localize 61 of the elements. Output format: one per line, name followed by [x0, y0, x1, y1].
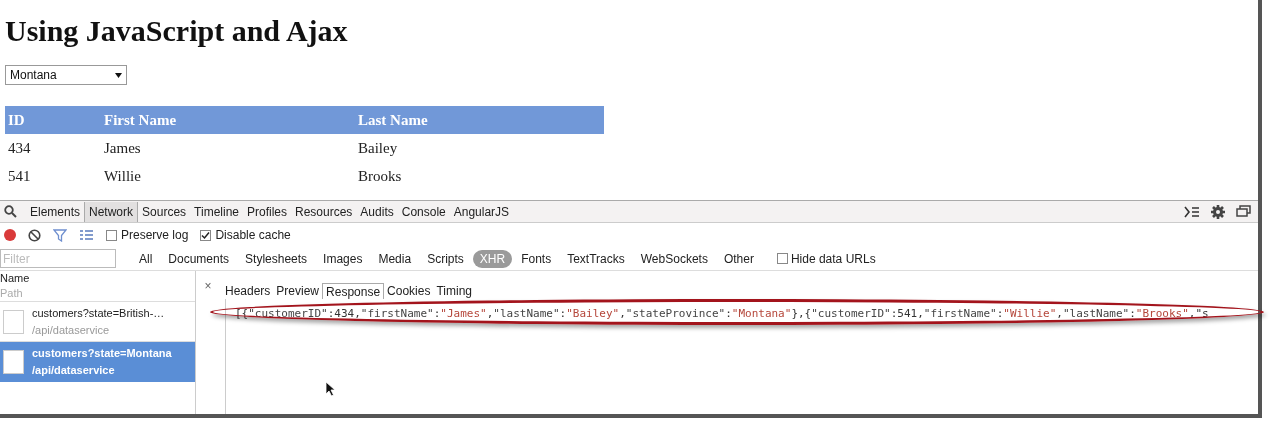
mouse-cursor-icon	[325, 381, 336, 397]
type-filter[interactable]: Fonts	[514, 249, 559, 268]
list-view-icon[interactable]	[79, 229, 94, 241]
column-header: First Name	[101, 106, 355, 134]
filter-icon[interactable]	[53, 228, 67, 242]
option-label: Hide data URLs	[790, 250, 876, 268]
table-cell: Bailey	[358, 139, 398, 156]
panel-tab[interactable]: AngularJS	[449, 201, 514, 222]
type-filter[interactable]: TextTracks	[560, 249, 632, 268]
option-label: Disable cache	[215, 227, 291, 244]
request-name: customers?state=British-…	[32, 305, 165, 321]
type-filter[interactable]: All	[132, 249, 160, 268]
checkbox[interactable]	[200, 229, 212, 241]
detail-tab[interactable]: Timing	[433, 283, 475, 299]
record-icon[interactable]	[4, 229, 16, 241]
panel-tab[interactable]: Resources	[291, 201, 357, 222]
detail-tab[interactable]: Response	[322, 283, 385, 299]
settings-icon[interactable]	[1210, 203, 1226, 220]
type-filter[interactable]: Images	[316, 249, 370, 268]
page-heading: Using JavaScript and Ajax	[5, 13, 348, 49]
checkbox[interactable]	[776, 253, 788, 264]
detail-tab[interactable]: Headers	[222, 283, 274, 299]
option-label: Preserve log	[121, 227, 189, 244]
search-icon[interactable]	[4, 205, 17, 218]
panel-tab[interactable]: Audits	[356, 201, 398, 222]
column-header: Last Name	[355, 106, 604, 134]
table-cell: Brooks	[358, 167, 402, 184]
type-filter[interactable]: Other	[716, 249, 761, 268]
column-header: ID	[5, 106, 101, 134]
table-cell: Willie	[104, 167, 141, 184]
column-heading: Name	[0, 271, 30, 286]
column-heading: Path	[0, 286, 23, 301]
type-filter[interactable]: Media	[371, 249, 419, 268]
file-icon	[3, 309, 24, 334]
type-filter[interactable]: Scripts	[420, 249, 471, 268]
panel-tab[interactable]: Sources	[138, 201, 191, 222]
dock-icon[interactable]	[1236, 205, 1252, 218]
detail-tab[interactable]: Cookies	[384, 283, 434, 299]
request-path: /api/dataservice	[32, 322, 111, 338]
checkbox[interactable]	[106, 229, 117, 241]
table-cell: 434	[8, 139, 31, 156]
console-drawer-icon[interactable]	[1184, 205, 1200, 218]
panel-tab[interactable]: Elements	[26, 201, 85, 222]
request-path: /api/dataservice	[32, 363, 116, 378]
type-filter[interactable]: Documents	[161, 249, 237, 268]
detail-tab[interactable]: Preview	[273, 283, 323, 299]
panel-tab[interactable]: Network	[84, 201, 139, 222]
panel-tab[interactable]: Timeline	[190, 201, 243, 222]
close-button[interactable]: ×	[196, 277, 220, 295]
type-filter[interactable]: WebSockets	[633, 249, 715, 268]
filter-field[interactable]: Filter	[0, 249, 116, 268]
dropdown-arrow-icon	[115, 72, 122, 78]
request-name: customers?state=Montana	[32, 346, 172, 361]
table-cell: James	[104, 139, 141, 156]
panel-tab[interactable]: Console	[397, 201, 450, 222]
type-filter[interactable]: Stylesheets	[238, 249, 315, 268]
table-cell: 541	[8, 167, 31, 184]
file-icon	[3, 350, 24, 374]
state-select[interactable]: Montana	[5, 65, 127, 85]
clear-icon[interactable]	[28, 228, 41, 242]
panel-tab[interactable]: Profiles	[243, 201, 291, 222]
